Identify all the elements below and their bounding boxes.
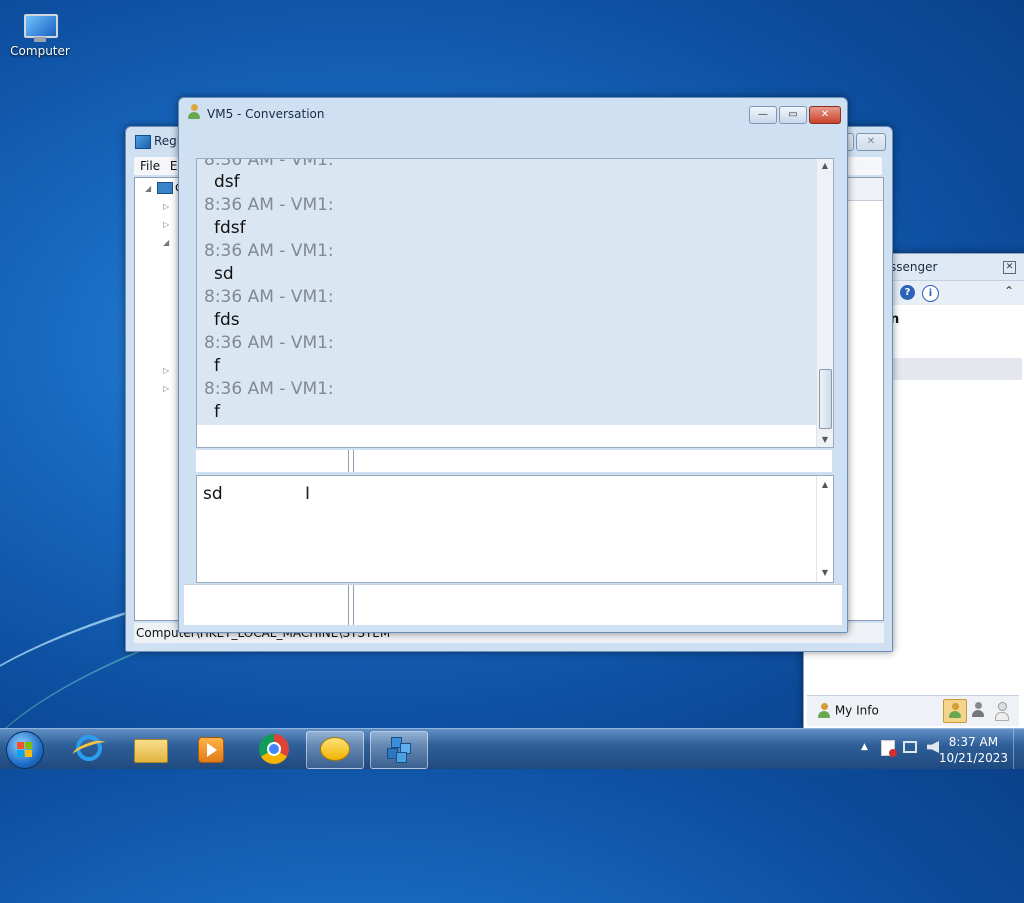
taskbar-media-player[interactable]: [182, 731, 238, 767]
media-player-icon: [198, 737, 224, 763]
clock[interactable]: 8:37 AM 10/21/2023: [939, 734, 1008, 766]
collapse-arrow-icon[interactable]: ◢: [145, 184, 151, 193]
message-text: f: [214, 402, 220, 422]
taskbar-internet-explorer[interactable]: [62, 731, 118, 767]
user-busy-icon[interactable]: [971, 702, 985, 718]
pane-divider[interactable]: [348, 450, 354, 472]
show-desktop-button[interactable]: [1013, 729, 1024, 769]
compose-scrollbar[interactable]: ▲ ▼: [816, 476, 833, 582]
expand-arrow-icon[interactable]: ▷: [163, 384, 169, 393]
maximize-button[interactable]: ▭: [779, 106, 807, 124]
expand-arrow-icon[interactable]: ▷: [163, 220, 169, 229]
help-icon[interactable]: ?: [900, 285, 915, 300]
show-hidden-icons-icon[interactable]: ▲: [861, 742, 868, 752]
desktop-icon-label: Computer: [10, 44, 70, 58]
close-button[interactable]: ✕: [856, 133, 886, 151]
message-text: dsf: [214, 172, 240, 192]
scroll-up-icon[interactable]: ▲: [817, 478, 833, 492]
registry-editor-icon: [387, 737, 411, 763]
clock-time: 8:37 AM: [948, 735, 999, 749]
registry-icon: [135, 135, 151, 149]
info-icon[interactable]: i: [922, 285, 939, 302]
message-text: fdsf: [214, 218, 246, 238]
expand-arrow-icon[interactable]: ▷: [163, 202, 169, 211]
chrome-icon: [259, 734, 289, 764]
volume-muted-icon[interactable]: [927, 741, 939, 753]
taskbar-messenger[interactable]: [306, 731, 364, 769]
messenger-footer: My Info: [807, 695, 1019, 726]
scroll-up-icon[interactable]: ▲: [817, 159, 833, 173]
message-header: 8:36 AM - VM1:: [204, 333, 334, 353]
menu-file[interactable]: File: [140, 159, 160, 173]
close-button[interactable]: ✕: [809, 106, 841, 124]
my-info-label: My Info: [834, 703, 879, 718]
conversation-window-controls: — ▭ ✕: [749, 106, 841, 124]
conversation-titlebar[interactable]: VM5 - Conversation — ▭ ✕: [179, 98, 847, 130]
message-header-partial: 8:36 AM - VM1:: [204, 158, 334, 170]
status-online-button[interactable]: [943, 699, 967, 723]
taskbar-registry-editor[interactable]: [370, 731, 428, 769]
system-tray: ▲ 8:37 AM 10/21/2023: [839, 729, 1024, 769]
pane-divider: [348, 585, 354, 625]
scroll-down-icon[interactable]: ▼: [817, 433, 833, 447]
conversation-window[interactable]: VM5 - Conversation — ▭ ✕ 8:36 AM - VM1: …: [178, 97, 848, 633]
folder-icon: [134, 739, 168, 763]
collapse-arrow-icon[interactable]: ◢: [163, 238, 169, 247]
windows-logo-icon: [17, 742, 33, 758]
computer-icon: [21, 12, 59, 42]
action-center-flag-icon[interactable]: [881, 740, 897, 757]
text-cursor-icon: I: [305, 484, 311, 504]
network-icon[interactable]: [903, 741, 917, 753]
clock-date: 10/21/2023: [938, 751, 1008, 765]
desktop-icon-computer[interactable]: Computer: [8, 8, 72, 58]
scroll-down-icon[interactable]: ▼: [817, 566, 833, 580]
compose-text: sd: [203, 484, 223, 504]
computer-node-icon: [157, 182, 173, 194]
history-scrollbar[interactable]: ▲ ▼: [816, 159, 833, 447]
user-offline-icon[interactable]: [995, 702, 1009, 721]
user-icon: [817, 703, 831, 719]
conversation-title: VM5 - Conversation: [207, 107, 325, 121]
message-header: 8:36 AM - VM1:: [204, 287, 334, 307]
message-text: f: [214, 356, 220, 376]
user-online-icon: [948, 703, 962, 719]
taskbar-chrome[interactable]: [246, 731, 302, 767]
scroll-thumb[interactable]: [819, 369, 832, 429]
expand-arrow-icon[interactable]: ▷: [163, 366, 169, 375]
minimize-button[interactable]: —: [749, 106, 777, 124]
message-header: 8:36 AM - VM1:: [204, 379, 334, 399]
close-icon[interactable]: ✕: [1003, 261, 1016, 274]
taskbar: ▲ 8:37 AM 10/21/2023: [0, 728, 1024, 769]
start-button[interactable]: [6, 731, 44, 769]
chat-bubble-icon: [320, 737, 350, 761]
history-blank-row: [197, 425, 817, 447]
my-info-button[interactable]: My Info: [817, 703, 879, 719]
compose-input[interactable]: sd I ▲ ▼: [196, 475, 834, 583]
messenger-user-icon: [187, 104, 201, 120]
message-header: 8:36 AM - VM1:: [204, 241, 334, 261]
message-header: 8:36 AM - VM1:: [204, 195, 334, 215]
splitter-area: [196, 450, 832, 472]
message-text: fds: [214, 310, 240, 330]
message-history[interactable]: 8:36 AM - VM1: dsf 8:36 AM - VM1: fdsf 8…: [196, 158, 834, 448]
chevron-up-icon[interactable]: ⌃: [1004, 284, 1014, 298]
conversation-bottom-area: [184, 584, 842, 625]
taskbar-windows-explorer[interactable]: [122, 731, 178, 767]
message-text: sd: [214, 264, 234, 284]
